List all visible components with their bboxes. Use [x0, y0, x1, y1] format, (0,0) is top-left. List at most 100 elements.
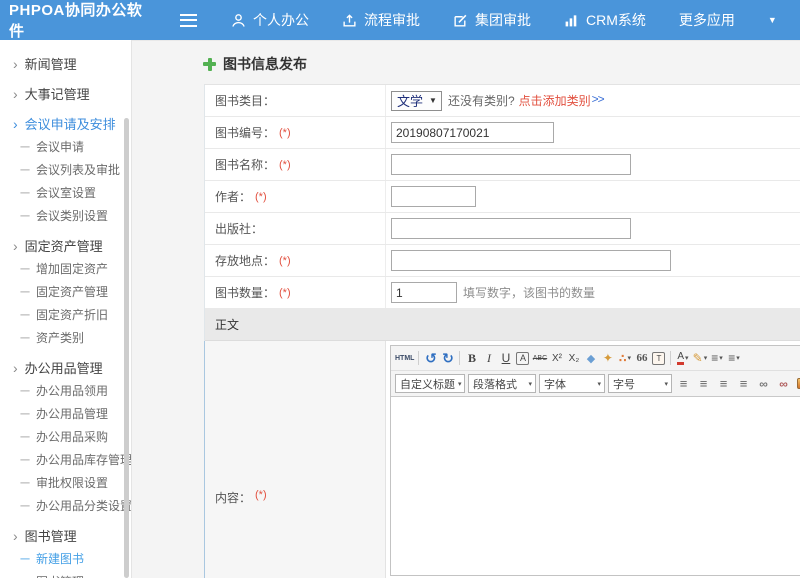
- sidebar-item-meeting-apply[interactable]: 一 会议申请: [0, 135, 131, 158]
- sidebar-item-supplies-classification[interactable]: 一 办公用品分类设置: [0, 494, 131, 517]
- sidebar-item-supplies-inventory[interactable]: 一 办公用品库存管理: [0, 448, 131, 471]
- header-menu: 个人办公 流程审批 集团审批 CRM系统 更多应用 ▼: [231, 10, 777, 30]
- blockquote-icon[interactable]: 66: [633, 348, 650, 368]
- undo-icon[interactable]: ↺: [422, 348, 439, 368]
- format-brush-icon[interactable]: ✦: [599, 348, 616, 368]
- publisher-input[interactable]: [391, 218, 631, 239]
- menu-crm-system[interactable]: CRM系统: [564, 10, 646, 30]
- sidebar-item-fixed-asset-depreciation[interactable]: 一 固定资产折旧: [0, 303, 131, 326]
- sidebar-group-memorabilia[interactable]: › 大事记管理: [0, 82, 131, 105]
- dash-icon: 一: [20, 574, 30, 578]
- sidebar-item-book-management[interactable]: 一 图书管理: [0, 570, 131, 578]
- dash-icon: 一: [20, 429, 30, 444]
- page-title: 图书信息发布: [203, 54, 307, 74]
- dash-icon: 一: [20, 284, 30, 299]
- author-row: 作者： (*): [205, 181, 800, 213]
- dash-icon: 一: [20, 330, 30, 345]
- eraser-icon[interactable]: ◆: [582, 348, 599, 368]
- dropdown-arrow-icon: ▾: [719, 354, 723, 362]
- chevron-right-icon: ›: [13, 57, 18, 71]
- sidebar-item-supplies-management[interactable]: 一 办公用品管理: [0, 402, 131, 425]
- menu-workflow-approval[interactable]: 流程审批: [342, 10, 420, 30]
- storage-location-input[interactable]: [391, 250, 671, 271]
- sidebar-item-add-fixed-asset[interactable]: 一 增加固定资产: [0, 257, 131, 280]
- font-family-dropdown[interactable]: 字体 ▾: [539, 374, 605, 393]
- paragraph-format-dropdown[interactable]: 段落格式 ▾: [468, 374, 536, 393]
- body-section-header: 正文: [205, 309, 800, 341]
- italic-icon[interactable]: I: [480, 348, 497, 368]
- chevron-right-icon: ›: [13, 239, 18, 253]
- toolbar-separator: [418, 351, 419, 365]
- redo-icon[interactable]: ↻: [439, 348, 456, 368]
- align-left-icon[interactable]: ≡: [675, 374, 692, 394]
- sidebar-item-meeting-category-settings[interactable]: 一 会议类别设置: [0, 204, 131, 227]
- superscript-icon[interactable]: X²: [548, 348, 565, 368]
- required-mark: (*): [279, 287, 291, 299]
- align-center-icon[interactable]: ≡: [695, 374, 712, 394]
- content-row: 内容： (*) HTML ↺ ↻ B I U A: [204, 341, 800, 578]
- required-mark: (*): [255, 191, 267, 203]
- required-mark: (*): [279, 127, 291, 139]
- paste-as-text-icon[interactable]: T: [650, 348, 667, 368]
- add-category-link[interactable]: 点击添加类别: [519, 92, 591, 109]
- menu-group-approval[interactable]: 集团审批: [453, 10, 531, 30]
- insert-link-icon[interactable]: ∞: [755, 374, 772, 394]
- dropdown-arrow-icon: ▾: [528, 380, 532, 388]
- font-size-dropdown[interactable]: 字号 ▾: [608, 374, 672, 393]
- hamburger-menu-icon[interactable]: [180, 14, 197, 27]
- menu-personal-office[interactable]: 个人办公: [231, 10, 309, 30]
- dash-icon: 一: [20, 383, 30, 398]
- book-name-input[interactable]: [391, 154, 631, 175]
- add-category-arrows[interactable]: >>: [592, 92, 604, 109]
- editor-content-area[interactable]: [391, 397, 800, 575]
- dash-icon: 一: [20, 307, 30, 322]
- chevron-right-icon: ›: [13, 117, 18, 131]
- align-right-icon[interactable]: ≡: [715, 374, 732, 394]
- sidebar-item-meeting-room-settings[interactable]: 一 会议室设置: [0, 181, 131, 204]
- sidebar-item-supplies-requisition[interactable]: 一 办公用品领用: [0, 379, 131, 402]
- quantity-hint: 填写数字，该图书的数量: [463, 284, 595, 301]
- sidebar-group-books[interactable]: › 图书管理: [0, 524, 131, 547]
- sidebar-item-new-book[interactable]: 一 新建图书: [0, 547, 131, 570]
- sidebar-group-meeting[interactable]: › 会议申请及安排: [0, 112, 131, 135]
- ordered-list-icon[interactable]: ≡▾: [708, 348, 725, 368]
- book-quantity-label: 图书数量： (*): [205, 277, 386, 308]
- sidebar-scrollbar[interactable]: [124, 118, 129, 578]
- sidebar-item-approval-permission-settings[interactable]: 一 审批权限设置: [0, 471, 131, 494]
- book-name-row: 图书名称： (*): [205, 149, 800, 181]
- sidebar-item-asset-category[interactable]: 一 资产类别: [0, 326, 131, 349]
- dropdown-arrow-icon: ▾: [628, 354, 632, 362]
- select-caret-icon: ▼: [429, 96, 437, 105]
- book-quantity-input[interactable]: [391, 282, 457, 303]
- sidebar-item-meeting-list-approval[interactable]: 一 会议列表及审批: [0, 158, 131, 181]
- source-code-button[interactable]: HTML: [394, 348, 415, 368]
- align-justify-icon[interactable]: ≡: [735, 374, 752, 394]
- book-number-input[interactable]: [391, 122, 554, 143]
- category-select[interactable]: 文学 ▼: [391, 91, 442, 111]
- font-background-icon[interactable]: A: [514, 348, 531, 368]
- unordered-list-icon[interactable]: ≡▾: [725, 348, 742, 368]
- font-color-icon[interactable]: A▾: [674, 348, 691, 368]
- main-content: 图书信息发布 图书类目： 文学 ▼ 还没有类别? 点击添加类别 >> 图书编号：: [132, 40, 800, 578]
- editor-toolbar-row1: HTML ↺ ↻ B I U A ABC X² X₂ ◆ ✦: [391, 346, 800, 371]
- sidebar-group-news[interactable]: › 新闻管理: [0, 52, 131, 75]
- book-form: 图书类目： 文学 ▼ 还没有类别? 点击添加类别 >> 图书编号： (*): [204, 84, 800, 578]
- sidebar-group-office-supplies[interactable]: › 办公用品管理: [0, 356, 131, 379]
- remove-link-icon[interactable]: ∞: [775, 374, 792, 394]
- insert-image-icon[interactable]: [795, 374, 800, 394]
- underline-icon[interactable]: U: [497, 348, 514, 368]
- sidebar-item-fixed-asset-management[interactable]: 一 固定资产管理: [0, 280, 131, 303]
- menu-more-apps[interactable]: 更多应用: [679, 10, 735, 30]
- sidebar-item-supplies-purchase[interactable]: 一 办公用品采购: [0, 425, 131, 448]
- strikethrough-icon[interactable]: ABC: [531, 348, 548, 368]
- book-category-label: 图书类目：: [205, 85, 386, 116]
- auto-typeset-icon[interactable]: ∴▾: [616, 348, 633, 368]
- custom-title-dropdown[interactable]: 自定义标题 ▾: [395, 374, 465, 393]
- sidebar-group-fixed-assets[interactable]: › 固定资产管理: [0, 234, 131, 257]
- highlight-pen-icon[interactable]: ✎▾: [691, 348, 708, 368]
- bold-icon[interactable]: B: [463, 348, 480, 368]
- more-apps-caret-icon[interactable]: ▼: [768, 15, 777, 25]
- subscript-icon[interactable]: X₂: [565, 348, 582, 368]
- author-input[interactable]: [391, 186, 476, 207]
- rich-text-editor: HTML ↺ ↻ B I U A ABC X² X₂ ◆ ✦: [386, 341, 800, 578]
